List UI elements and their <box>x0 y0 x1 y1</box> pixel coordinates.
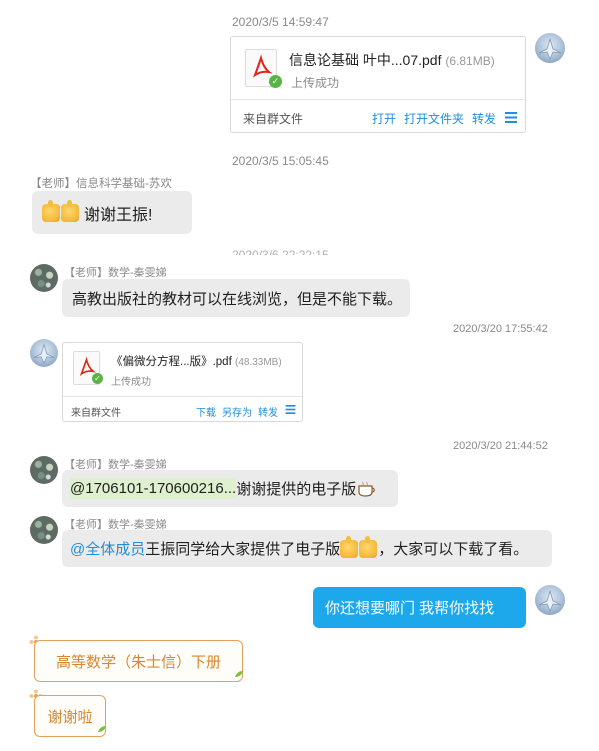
mention-all[interactable]: @全体成员 <box>70 538 145 559</box>
file-source: 来自群文件 <box>71 408 121 419</box>
avatar[interactable] <box>30 456 58 484</box>
menu-icon[interactable] <box>285 405 296 414</box>
timestamp: 2020/3/20 21:44:52 <box>453 440 548 452</box>
self-avatar[interactable] <box>535 33 565 63</box>
message-text: 谢谢提供的电子版 <box>236 481 357 498</box>
timestamp: 2020/3/5 15:05:45 <box>232 154 329 168</box>
forward-link[interactable]: 转发 <box>258 404 278 419</box>
file-source: 来自群文件 <box>243 112 304 126</box>
message-bubble[interactable]: 谢谢王振! <box>32 191 192 234</box>
leaf-decoration-icon <box>235 671 243 677</box>
message-text: 谢谢啦 <box>47 708 93 726</box>
message-text: 高教出版社的教材可以在线浏览，但是不能下载。 <box>72 290 403 308</box>
avatar[interactable] <box>30 264 58 292</box>
file-size: (48.33MB) <box>234 357 282 368</box>
avatar-image-icon <box>538 37 562 61</box>
leaf-decoration-icon <box>98 726 106 732</box>
thumbs-up-icon <box>340 535 378 558</box>
avatar-image-icon <box>538 589 562 613</box>
open-link[interactable]: 打开 <box>372 110 396 127</box>
coffee-cup-icon <box>358 481 376 497</box>
file-name: 《偏微分方程...版》.pdf (48.33MB) <box>111 353 282 369</box>
file-name-text: 《偏微分方程...版》.pdf <box>111 356 232 368</box>
file-card[interactable]: ✓ 《偏微分方程...版》.pdf (48.33MB) 上传成功 来自群文件 下… <box>62 342 303 422</box>
menu-icon[interactable] <box>505 112 517 123</box>
message-text: 谢谢王振! <box>84 206 153 224</box>
save-as-link[interactable]: 另存为 <box>222 404 252 419</box>
file-name-text: 信息论基础 叶中...07.pdf <box>289 52 442 68</box>
avatar-image-icon <box>33 343 55 365</box>
sender-name: 【老师】信息科学基础-苏欢 <box>30 178 172 190</box>
upload-status: 上传成功 <box>111 377 151 388</box>
message-text: 高等数学（朱士信）下册 <box>55 653 221 671</box>
message-bubble[interactable]: 高等数学（朱士信）下册 <box>34 640 243 682</box>
download-link[interactable]: 下载 <box>196 404 216 419</box>
timestamp-partial: 2020/3/6 22:22:15 <box>232 248 329 255</box>
message-bubble[interactable]: 谢谢啦 <box>34 695 106 737</box>
upload-status: 上传成功 <box>291 76 340 90</box>
message-bubble[interactable]: @全体成员 王振同学给大家提供了电子版 ，大家可以下载了看。 <box>62 530 552 567</box>
timestamp: 2020/3/5 14:59:47 <box>232 15 329 29</box>
file-card[interactable]: ✓ 信息论基础 叶中...07.pdf (6.81MB) 上传成功 来自群文件 … <box>230 36 526 133</box>
file-size: (6.81MB) <box>445 54 495 68</box>
reply-reference[interactable]: @1706101-170600216... <box>70 478 237 499</box>
message-text: 王振同学给大家提供了电子版 <box>145 541 341 558</box>
thumbs-up-icon <box>42 199 80 222</box>
self-avatar[interactable] <box>535 585 565 615</box>
divider <box>231 99 525 100</box>
divider <box>63 396 302 397</box>
message-text: 你还想要哪门 我帮你找找 <box>325 600 495 617</box>
success-check-icon: ✓ <box>92 373 103 384</box>
message-bubble[interactable]: 高教出版社的教材可以在线浏览，但是不能下载。 <box>62 279 410 317</box>
own-message-bubble[interactable]: 你还想要哪门 我帮你找找 <box>313 587 526 628</box>
open-folder-link[interactable]: 打开文件夹 <box>404 110 464 127</box>
avatar[interactable] <box>30 339 58 367</box>
timestamp: 2020/3/20 17:55:42 <box>453 323 548 335</box>
success-check-icon: ✓ <box>269 75 282 88</box>
sender-name: 【老师】数学-秦雯娣 <box>64 267 167 279</box>
message-text-2: ，大家可以下载了看。 <box>378 541 529 558</box>
message-bubble[interactable]: @1706101-170600216... 谢谢提供的电子版 <box>62 470 398 507</box>
forward-link[interactable]: 转发 <box>472 110 496 127</box>
avatar[interactable] <box>30 516 58 544</box>
file-name: 信息论基础 叶中...07.pdf (6.81MB) <box>289 50 495 70</box>
